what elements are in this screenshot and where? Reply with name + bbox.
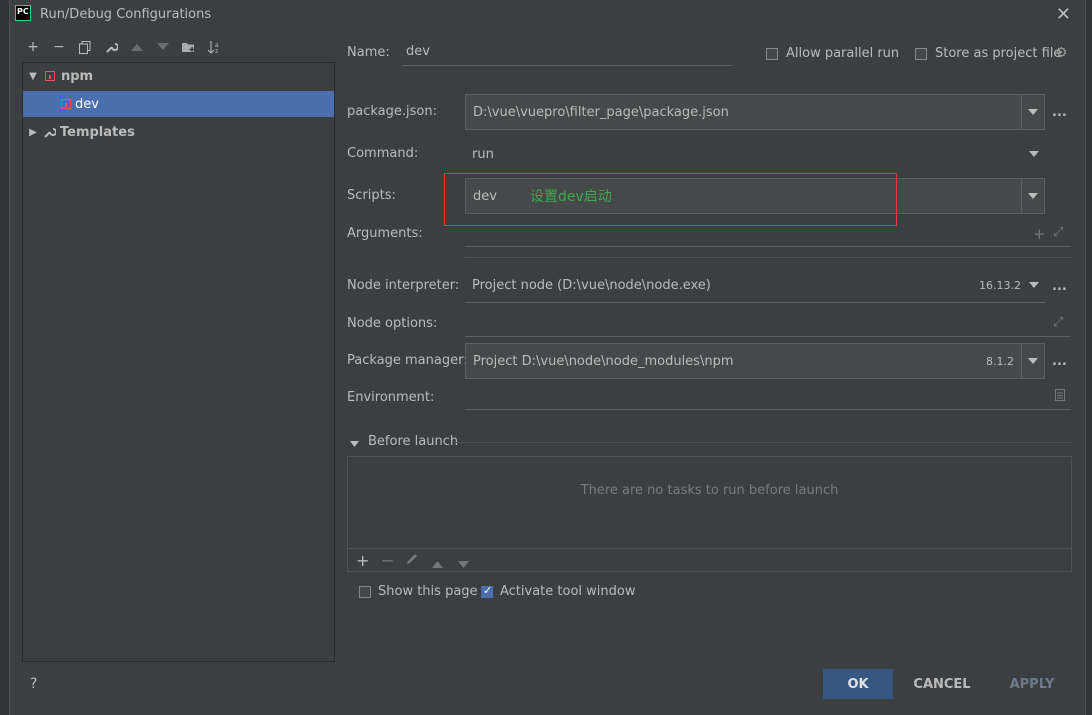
document-icon[interactable] <box>1055 389 1065 405</box>
tree-item-npm[interactable]: ▼ npm <box>23 63 334 89</box>
pencil-icon[interactable] <box>406 553 418 569</box>
tree-item-label: dev <box>75 96 99 112</box>
scripts-label: Scripts: <box>347 188 396 203</box>
separator <box>348 548 1071 549</box>
configuration-tree: ▼ npm dev ▶ Templates <box>22 62 335 662</box>
chevron-down-icon[interactable] <box>1021 344 1044 378</box>
node-interpreter-select[interactable]: Project node (D:\vue\node\node.exe) 16.1… <box>465 268 1045 303</box>
help-button[interactable]: ? <box>30 676 37 692</box>
command-value: run <box>472 147 494 162</box>
expand-icon[interactable]: ⤢ <box>1053 225 1063 240</box>
package-manager-field[interactable]: Project D:\vue\node\node_modules\npm 8.1… <box>465 343 1045 379</box>
dialog-title: Run/Debug Configurations <box>40 7 212 22</box>
annotation-box <box>444 173 897 226</box>
environment-input[interactable] <box>465 385 1071 410</box>
sort-icon[interactable]: az <box>205 37 225 57</box>
package-manager-version: 8.1.2 <box>986 355 1014 368</box>
package-manager-label: Package manager: <box>347 353 468 368</box>
chevron-down-icon[interactable] <box>1029 282 1039 288</box>
node-options-label: Node options: <box>347 316 438 331</box>
arrow-up-icon[interactable] <box>127 37 147 57</box>
plus-icon[interactable]: + <box>23 37 43 57</box>
separator <box>456 442 1073 443</box>
npm-icon <box>45 71 55 81</box>
triangle-down-icon[interactable] <box>350 437 359 452</box>
chevron-right-icon[interactable]: ▶ <box>27 127 39 138</box>
folder-plus-icon[interactable] <box>179 37 199 57</box>
wrench-icon[interactable] <box>101 37 121 57</box>
background-editor-strip <box>0 0 9 715</box>
allow-parallel-checkbox[interactable] <box>766 48 778 60</box>
command-select[interactable]: run <box>465 138 1045 170</box>
before-launch-title[interactable]: Before launch <box>368 434 458 449</box>
close-icon[interactable]: ✕ <box>1056 4 1071 25</box>
name-input[interactable]: dev <box>402 44 732 66</box>
before-launch-empty-text: There are no tasks to run before launch <box>580 483 839 498</box>
copy-icon[interactable] <box>75 37 95 57</box>
run-debug-dialog: PC Run/Debug Configurations ✕ + − az ▼ n… <box>9 0 1086 715</box>
name-label: Name: <box>347 45 390 60</box>
tree-item-label: Templates <box>60 124 135 140</box>
before-launch-panel: There are no tasks to run before launch … <box>347 456 1072 572</box>
node-interpreter-value: Project node (D:\vue\node\node.exe) <box>472 278 711 293</box>
store-project-label: Store as project file <box>935 46 1062 61</box>
browse-package-json-button[interactable]: ... <box>1052 105 1067 120</box>
show-page-checkbox[interactable] <box>359 586 371 598</box>
browse-node-button[interactable]: ... <box>1052 279 1067 294</box>
package-manager-value: Project D:\vue\node\node_modules\npm <box>473 353 734 369</box>
allow-parallel-label: Allow parallel run <box>786 46 900 61</box>
chevron-down-icon[interactable] <box>1021 179 1044 213</box>
tree-item-templates[interactable]: ▶ Templates <box>23 119 334 145</box>
arguments-input[interactable] <box>465 220 1071 247</box>
gear-icon[interactable]: ⚙ <box>1055 45 1068 61</box>
svg-text:z: z <box>215 48 218 54</box>
arguments-label: Arguments: <box>347 226 423 241</box>
expand-icon[interactable]: ⤢ <box>1053 315 1063 330</box>
wrench-icon <box>43 126 56 139</box>
package-json-label: package.json: <box>347 104 437 119</box>
minus-icon[interactable]: − <box>381 551 394 570</box>
apply-button[interactable]: APPLY <box>997 669 1067 699</box>
chevron-down-icon[interactable] <box>1029 151 1039 157</box>
plus-icon[interactable]: + <box>1033 225 1046 243</box>
arrow-down-icon[interactable] <box>458 557 469 572</box>
arrow-up-icon[interactable] <box>432 557 443 572</box>
tree-item-dev[interactable]: dev <box>23 91 334 117</box>
tree-item-label: npm <box>61 68 94 84</box>
store-project-checkbox[interactable] <box>915 48 927 60</box>
cancel-button[interactable]: CANCEL <box>907 669 977 699</box>
minus-icon[interactable]: − <box>49 37 69 57</box>
npm-icon <box>61 99 71 109</box>
pycharm-logo-icon: PC <box>15 5 31 21</box>
arrow-down-icon[interactable] <box>153 37 173 57</box>
node-options-input[interactable] <box>465 310 1071 337</box>
node-interpreter-label: Node interpreter: <box>347 278 460 293</box>
chevron-down-icon[interactable]: ▼ <box>27 71 39 82</box>
package-json-value: D:\vue\vuepro\filter_page\package.json <box>473 104 729 120</box>
activate-tool-checkbox[interactable] <box>481 584 493 598</box>
environment-label: Environment: <box>347 390 435 405</box>
plus-icon[interactable]: + <box>356 551 369 570</box>
command-label: Command: <box>347 146 419 161</box>
activate-tool-label: Activate tool window <box>500 584 636 599</box>
browse-package-manager-button[interactable]: ... <box>1052 354 1067 369</box>
separator <box>465 257 1073 258</box>
node-version: 16.13.2 <box>979 279 1021 292</box>
ok-button[interactable]: OK <box>823 669 893 699</box>
chevron-down-icon[interactable] <box>1021 95 1044 129</box>
package-json-field[interactable]: D:\vue\vuepro\filter_page\package.json <box>465 94 1045 130</box>
config-toolbar: + − az <box>23 36 225 58</box>
show-page-label: Show this page <box>378 584 478 599</box>
